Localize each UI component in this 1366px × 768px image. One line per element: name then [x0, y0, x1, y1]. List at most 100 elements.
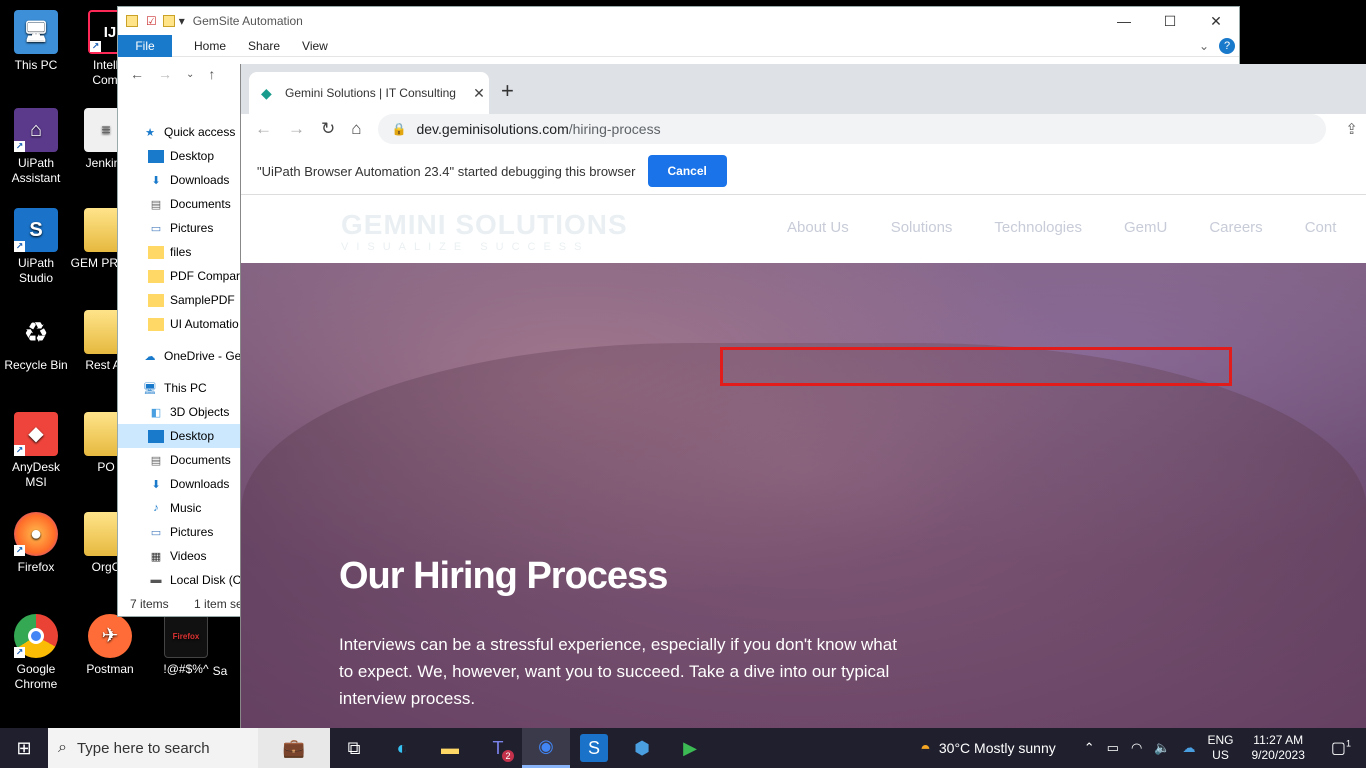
nav-3d-objects[interactable]: ◧ 3D Objects	[118, 400, 241, 424]
forward-arrow-icon[interactable]: →	[288, 119, 305, 139]
media-player-icon[interactable]: ▶	[666, 728, 714, 768]
desktop-icon-uipath-studio[interactable]: S ↗ UiPath Studio	[0, 208, 72, 286]
uipath-assistant-icon[interactable]: ⬢	[618, 728, 666, 768]
help-icon[interactable]: ?	[1219, 37, 1235, 54]
infobar-message: "UiPath Browser Automation 23.4" started…	[257, 163, 636, 179]
nav-ui-automation[interactable]: UI Automatio	[118, 312, 241, 336]
computer-icon: 🖥	[143, 382, 157, 395]
site-logo[interactable]: GEMINI SOLUTIONS VISUALIZE SUCCESS	[341, 209, 628, 253]
minimize-button[interactable]: —	[1101, 7, 1147, 35]
nav-pdf-compari[interactable]: PDF Compari	[118, 264, 241, 288]
address-bar[interactable]: 🔒 dev.geminisolutions.com/hiring-process	[377, 114, 1326, 144]
desktop-icon-sa[interactable]: Sa	[200, 650, 240, 679]
desktop-icon-anydesk[interactable]: ◆ ↗ AnyDesk MSI	[0, 412, 72, 490]
nav-link-technologies[interactable]: Technologies	[994, 219, 1082, 236]
teams-icon[interactable]: T2	[474, 728, 522, 768]
edge-icon[interactable]: ◐	[378, 728, 426, 768]
battery-icon[interactable]: ▭	[1107, 740, 1119, 756]
nav-videos[interactable]: ▦ Videos	[118, 544, 241, 568]
nav-downloads[interactable]: ⬇ Downloads	[118, 168, 241, 192]
chrome-icon[interactable]: ◉	[522, 728, 570, 768]
back-arrow-icon[interactable]: ←	[255, 119, 272, 139]
item-count: 7 items	[130, 597, 169, 611]
taskbar-search[interactable]: ⌕ Type here to search	[48, 728, 258, 768]
desktop-icon-recycle-bin[interactable]: ♻ Recycle Bin	[0, 310, 72, 373]
tab-share[interactable]: Share	[248, 39, 280, 53]
nav-desktop[interactable]: Desktop	[118, 144, 241, 168]
desktop-icon-this-pc[interactable]: 🖥 This PC	[0, 10, 72, 73]
folder-icon	[148, 269, 164, 283]
new-folder-icon[interactable]	[162, 15, 175, 27]
nav-pictures[interactable]: ▭ Pictures	[118, 216, 241, 240]
chevron-down-icon[interactable]: ▾	[179, 14, 185, 28]
close-button[interactable]: ✕	[1193, 7, 1239, 35]
url-host: dev.geminisolutions.com	[416, 121, 569, 137]
back-arrow-icon[interactable]: ←	[130, 66, 144, 82]
cancel-button[interactable]: Cancel	[647, 155, 727, 187]
wifi-icon[interactable]: ◠	[1131, 740, 1142, 756]
chevron-down-icon[interactable]: ⌄	[186, 69, 194, 80]
hero-description: Interviews can be a stressful experience…	[339, 635, 897, 708]
nav-link-about-us[interactable]: About Us	[787, 219, 849, 236]
volume-icon[interactable]: 🔈	[1154, 740, 1170, 756]
desktop-icon-postman[interactable]: ✈ Postman	[74, 614, 146, 677]
nav-downloads-pc[interactable]: ⬇ Downloads	[118, 472, 241, 496]
home-icon[interactable]: ⌂	[351, 119, 361, 139]
weather-widget[interactable]: ◓ 30°C Mostly sunny	[920, 738, 1056, 759]
nav-link-gemu[interactable]: GemU	[1124, 219, 1167, 236]
browser-window: ◆ Gemini Solutions | IT Consulting ✕ + ←…	[240, 64, 1366, 728]
tab-view[interactable]: View	[302, 39, 328, 53]
site-favicon-icon: ◆	[261, 85, 272, 101]
weather-sun-icon: ◓	[920, 737, 931, 758]
close-tab-icon[interactable]: ✕	[469, 85, 489, 102]
nav-link-contact[interactable]: Cont	[1305, 219, 1337, 236]
cloud-icon: ☁	[144, 350, 156, 363]
nav-quick-access[interactable]: ★ Quick access	[118, 120, 241, 144]
share-icon[interactable]: ⇪	[1345, 120, 1358, 138]
chevron-up-icon[interactable]: ⌃	[1084, 740, 1095, 756]
nav-documents-pc[interactable]: ▤ Documents	[118, 448, 241, 472]
nav-link-careers[interactable]: Careers	[1209, 219, 1262, 236]
briefcase-icon[interactable]: 💼	[258, 728, 330, 768]
desktop-icon-firefox[interactable]: ● ↗ Firefox	[0, 512, 72, 575]
firefox-icon: ● ↗	[14, 512, 58, 556]
nav-files[interactable]: files	[118, 240, 241, 264]
window-title: GemSite Automation	[192, 14, 303, 28]
desktop-icon-chrome[interactable]: ↗ Google Chrome	[0, 614, 72, 692]
uipath-studio-icon[interactable]: S	[580, 734, 608, 762]
notification-icon[interactable]: ▢1	[1331, 738, 1351, 758]
maximize-button[interactable]: ☐	[1147, 7, 1193, 35]
nav-pictures-pc[interactable]: ▭ Pictures	[118, 520, 241, 544]
forward-arrow-icon[interactable]: →	[158, 66, 172, 82]
nav-desktop-pc[interactable]: Desktop	[118, 424, 241, 448]
up-arrow-icon[interactable]: ↑	[208, 66, 215, 82]
tab-home[interactable]: Home	[194, 39, 226, 53]
desktop-icon-uipath-assistant[interactable]: ⌂ ↗ UiPath Assistant	[0, 108, 72, 186]
nav-local-disk[interactable]: ▬ Local Disk (C:	[118, 568, 242, 592]
debug-infobar: "UiPath Browser Automation 23.4" started…	[241, 148, 1366, 195]
new-tab-button[interactable]: +	[501, 78, 514, 104]
nav-onedrive[interactable]: ☁ OneDrive - Ge	[118, 344, 242, 368]
nav-link-solutions[interactable]: Solutions	[891, 219, 953, 236]
properties-icon[interactable]: ☑	[146, 14, 157, 28]
onedrive-cloud-icon[interactable]: ☁	[1182, 740, 1195, 756]
folder-icon	[148, 317, 164, 331]
clock[interactable]: 11:27 AM 9/20/2023	[1252, 733, 1305, 763]
star-icon: ★	[145, 126, 155, 139]
taskbar: ⊞ ⌕ Type here to search 💼 ⧉ ◐ ▬ T2 ◉ S ⬢…	[0, 728, 1366, 768]
tab-file[interactable]: File	[118, 34, 172, 57]
cube-icon: ◧	[150, 406, 162, 419]
desktop-icon	[148, 149, 164, 163]
browser-tab[interactable]: ◆ Gemini Solutions | IT Consulting ✕	[249, 72, 489, 114]
file-explorer-icon[interactable]: ▬	[426, 728, 474, 768]
nav-this-pc[interactable]: 🖥 This PC	[118, 376, 241, 400]
nav-music[interactable]: ♪ Music	[118, 496, 241, 520]
language-indicator[interactable]: ENG US	[1207, 733, 1233, 763]
reload-icon[interactable]: ↻	[321, 119, 335, 139]
chevron-down-icon[interactable]: ⌄	[1199, 39, 1209, 53]
nav-samplepdf[interactable]: SamplePDF	[118, 288, 241, 312]
start-button[interactable]: ⊞	[0, 728, 48, 768]
task-view-icon[interactable]: ⧉	[330, 728, 378, 768]
nav-documents[interactable]: ▤ Documents	[118, 192, 241, 216]
document-icon: ▤	[150, 198, 162, 211]
